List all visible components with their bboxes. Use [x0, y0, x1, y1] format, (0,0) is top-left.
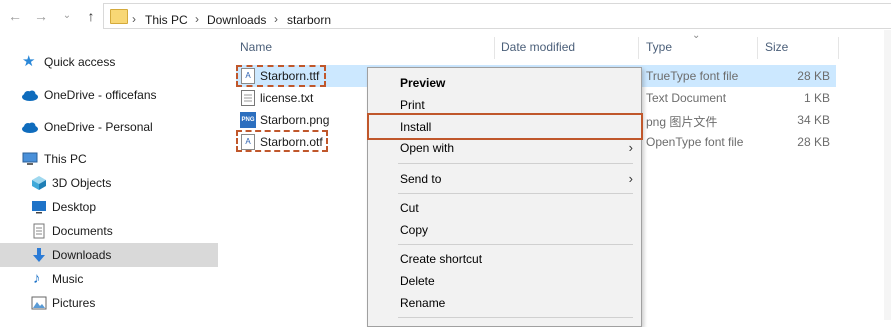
star-icon: ★ [22, 53, 36, 70]
sidebar-item-downloads[interactable]: Downloads [0, 243, 218, 267]
column-divider[interactable] [757, 37, 758, 59]
up-button[interactable]: ↑ [80, 4, 102, 28]
computer-icon [22, 151, 38, 167]
recent-locations-chevron-icon[interactable]: ⌄ [56, 4, 78, 28]
breadcrumb-this-pc[interactable]: This PC [145, 13, 188, 27]
menu-separator [398, 193, 633, 194]
menu-item-cut[interactable]: Cut [368, 197, 641, 219]
file-type: OpenType font file [646, 135, 744, 149]
chevron-right-icon: › [628, 171, 633, 186]
documents-icon [31, 223, 47, 239]
menu-item-rename[interactable]: Rename [368, 292, 641, 314]
pictures-icon [31, 295, 47, 311]
scrollbar[interactable] [884, 30, 891, 320]
chevron-right-icon[interactable]: › [132, 12, 136, 26]
file-size: 34 KB [797, 113, 830, 127]
file-type: Text Document [646, 91, 727, 105]
file-type: TrueType font file [646, 69, 739, 83]
chevron-right-icon: › [628, 140, 633, 155]
install-highlight-box [367, 113, 643, 140]
forward-button[interactable]: → [30, 4, 52, 28]
file-size: 28 KB [797, 135, 830, 149]
sidebar-item-onedrive-personal[interactable]: OneDrive - Personal [0, 115, 218, 139]
chevron-right-icon[interactable]: › [274, 12, 278, 26]
sidebar-item-desktop[interactable]: Desktop [0, 195, 218, 219]
png-file-icon: PNG [240, 112, 256, 128]
file-size: 28 KB [797, 69, 830, 83]
sidebar-item-documents[interactable]: Documents [0, 219, 218, 243]
file-name: Starborn.png [260, 113, 330, 127]
menu-item-delete[interactable]: Delete [368, 270, 641, 292]
menu-item-copy[interactable]: Copy [368, 219, 641, 241]
address-bar[interactable]: › This PC › Downloads › starborn [103, 3, 891, 29]
column-divider[interactable] [638, 37, 639, 59]
column-header-date[interactable]: Date modified [501, 40, 575, 54]
music-note-icon: ♪ [33, 270, 41, 287]
menu-separator [398, 317, 633, 318]
menu-item-create-shortcut[interactable]: Create shortcut [368, 248, 641, 270]
column-divider[interactable] [838, 37, 839, 59]
highlight-box-otf [236, 130, 328, 152]
desktop-icon [31, 199, 47, 215]
file-name: license.txt [260, 91, 314, 105]
menu-item-preview[interactable]: Preview [368, 72, 641, 94]
sidebar-item-pictures[interactable]: Pictures [0, 291, 218, 315]
back-button[interactable]: ← [4, 4, 26, 28]
column-header-name[interactable]: Name [240, 40, 272, 54]
download-arrow-icon [31, 247, 47, 263]
file-type: png 图片文件 [646, 115, 718, 129]
menu-item-send-to[interactable]: Send to › [368, 168, 641, 190]
menu-separator [398, 244, 633, 245]
breadcrumb-current[interactable]: starborn [287, 13, 331, 27]
menu-item-open-with[interactable]: Open with › [368, 137, 641, 159]
column-header-size[interactable]: Size [765, 40, 788, 54]
sort-chevron-icon: ⌄ [692, 30, 701, 41]
breadcrumb-downloads[interactable]: Downloads [207, 13, 266, 27]
cloud-icon [21, 119, 38, 135]
file-size: 1 KB [803, 91, 830, 105]
sidebar-item-this-pc[interactable]: This PC [0, 147, 218, 171]
sidebar-item-3d-objects[interactable]: 3D Objects [0, 171, 218, 195]
text-file-icon [241, 90, 255, 109]
sidebar-item-onedrive-officefans[interactable]: OneDrive - officefans [0, 83, 218, 107]
chevron-right-icon[interactable]: › [195, 12, 199, 26]
column-header-type[interactable]: Type [646, 40, 672, 54]
menu-separator [398, 163, 633, 164]
folder-icon [110, 9, 128, 24]
sidebar-item-music[interactable]: ♪ Music [0, 267, 218, 291]
cube-icon [31, 175, 47, 191]
column-divider[interactable] [494, 37, 495, 59]
context-menu: Preview Print Install Open with › Send to… [367, 67, 643, 327]
highlight-box-ttf [236, 65, 326, 87]
cloud-icon [21, 87, 38, 103]
sidebar-item-quick-access[interactable]: ★ Quick access [0, 50, 218, 74]
